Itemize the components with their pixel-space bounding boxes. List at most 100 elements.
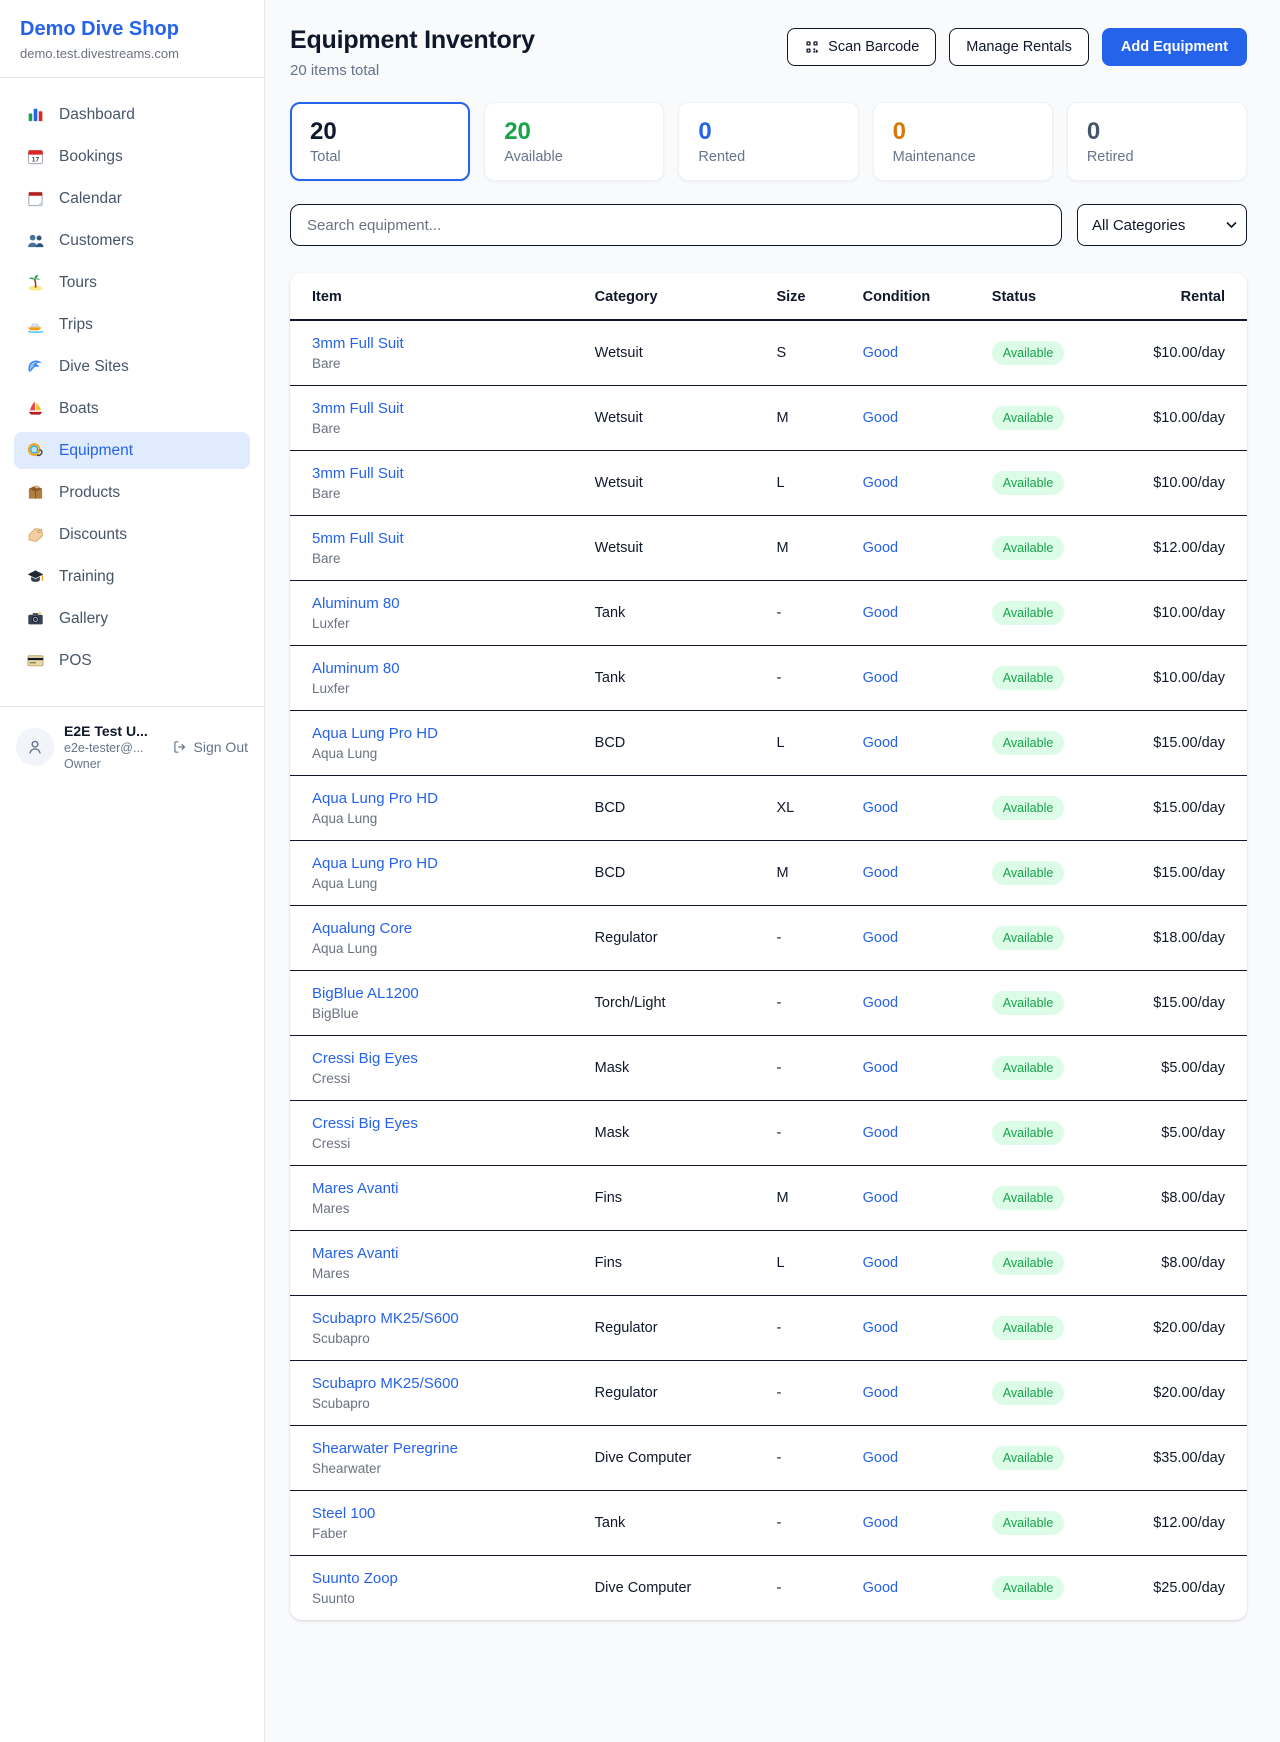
item-name-link[interactable]: Aluminum 80 bbox=[312, 660, 400, 677]
item-name-link[interactable]: Mares Avanti bbox=[312, 1245, 398, 1262]
item-condition-link[interactable]: Good bbox=[863, 1515, 898, 1531]
table-row: Aqualung CoreAqua LungRegulator-GoodAvai… bbox=[290, 906, 1247, 971]
item-name-link[interactable]: BigBlue AL1200 bbox=[312, 985, 419, 1002]
item-name-link[interactable]: Shearwater Peregrine bbox=[312, 1440, 458, 1457]
item-condition-link[interactable]: Good bbox=[863, 1060, 898, 1076]
item-rental-rate: $8.00/day bbox=[1123, 1166, 1247, 1231]
sidebar-item-label: Dashboard bbox=[59, 106, 135, 124]
stat-card-total[interactable]: 20Total bbox=[290, 102, 470, 181]
sidebar-item-discounts[interactable]: Discounts bbox=[14, 516, 250, 553]
item-condition-link[interactable]: Good bbox=[863, 800, 898, 816]
item-rental-rate: $5.00/day bbox=[1123, 1036, 1247, 1101]
item-rental-rate: $25.00/day bbox=[1123, 1556, 1247, 1621]
category-filter-select[interactable]: All Categories bbox=[1077, 204, 1247, 246]
sign-out-button[interactable]: Sign Out bbox=[172, 739, 248, 755]
item-condition-link[interactable]: Good bbox=[863, 1255, 898, 1271]
item-condition-link[interactable]: Good bbox=[863, 1320, 898, 1336]
item-name-link[interactable]: Steel 100 bbox=[312, 1505, 375, 1522]
stats-row: 20Total20Available0Rented0Maintenance0Re… bbox=[290, 102, 1247, 181]
stat-card-retired[interactable]: 0Retired bbox=[1067, 102, 1247, 181]
sidebar-item-dive-sites[interactable]: Dive Sites bbox=[14, 348, 250, 385]
customers-icon bbox=[26, 231, 45, 250]
sidebar-item-calendar[interactable]: Calendar bbox=[14, 180, 250, 217]
table-row: Mares AvantiMaresFinsMGoodAvailable$8.00… bbox=[290, 1166, 1247, 1231]
manage-rentals-button[interactable]: Manage Rentals bbox=[949, 28, 1089, 66]
sidebar-user-section: E2E Test U... e2e-tester@... Owner Sign … bbox=[0, 706, 264, 787]
item-name-link[interactable]: 5mm Full Suit bbox=[312, 530, 404, 547]
item-condition-link[interactable]: Good bbox=[863, 540, 898, 556]
item-name-link[interactable]: 3mm Full Suit bbox=[312, 465, 404, 482]
item-name-link[interactable]: Aqua Lung Pro HD bbox=[312, 855, 438, 872]
item-name-link[interactable]: Suunto Zoop bbox=[312, 1570, 398, 1587]
item-condition-link[interactable]: Good bbox=[863, 475, 898, 491]
sailboat-icon bbox=[26, 399, 45, 418]
add-equipment-button[interactable]: Add Equipment bbox=[1102, 28, 1247, 66]
item-name-link[interactable]: Cressi Big Eyes bbox=[312, 1115, 418, 1132]
speedboat-icon bbox=[26, 315, 45, 334]
item-name-link[interactable]: Aqualung Core bbox=[312, 920, 412, 937]
brand-title[interactable]: Demo Dive Shop bbox=[20, 18, 244, 41]
item-condition-link[interactable]: Good bbox=[863, 605, 898, 621]
sidebar-item-bookings[interactable]: 17Bookings bbox=[14, 138, 250, 175]
main-content: Equipment Inventory 20 items total Scan … bbox=[265, 0, 1280, 1742]
item-condition-link[interactable]: Good bbox=[863, 1125, 898, 1141]
sidebar-item-pos[interactable]: POS bbox=[14, 642, 250, 679]
sidebar-item-dashboard[interactable]: Dashboard bbox=[14, 96, 250, 133]
item-size: M bbox=[768, 386, 854, 451]
sidebar-item-boats[interactable]: Boats bbox=[14, 390, 250, 427]
stat-value: 20 bbox=[504, 118, 644, 146]
stat-value: 0 bbox=[1087, 118, 1227, 146]
item-condition-link[interactable]: Good bbox=[863, 1385, 898, 1401]
sidebar-item-gallery[interactable]: Gallery bbox=[14, 600, 250, 637]
item-condition-link[interactable]: Good bbox=[863, 345, 898, 361]
item-name-link[interactable]: Aluminum 80 bbox=[312, 595, 400, 612]
item-name-link[interactable]: Aqua Lung Pro HD bbox=[312, 725, 438, 742]
sidebar-item-label: Gallery bbox=[59, 610, 108, 628]
item-name-link[interactable]: Mares Avanti bbox=[312, 1180, 398, 1197]
stat-card-rented[interactable]: 0Rented bbox=[678, 102, 858, 181]
status-badge: Available bbox=[992, 1511, 1065, 1535]
scan-barcode-button[interactable]: Scan Barcode bbox=[787, 28, 936, 66]
sidebar-item-label: Boats bbox=[59, 400, 99, 418]
item-condition-link[interactable]: Good bbox=[863, 735, 898, 751]
item-condition-link[interactable]: Good bbox=[863, 410, 898, 426]
item-size: - bbox=[768, 1361, 854, 1426]
item-size: M bbox=[768, 1166, 854, 1231]
item-condition-link[interactable]: Good bbox=[863, 995, 898, 1011]
item-condition-link[interactable]: Good bbox=[863, 1450, 898, 1466]
sidebar-item-customers[interactable]: Customers bbox=[14, 222, 250, 259]
item-brand: Aqua Lung bbox=[312, 941, 579, 956]
item-condition-link[interactable]: Good bbox=[863, 865, 898, 881]
item-rental-rate: $10.00/day bbox=[1123, 646, 1247, 711]
item-condition-link[interactable]: Good bbox=[863, 1580, 898, 1596]
user-email: e2e-tester@... bbox=[64, 741, 162, 755]
item-rental-rate: $15.00/day bbox=[1123, 971, 1247, 1036]
item-brand: Bare bbox=[312, 486, 579, 501]
sidebar: Demo Dive Shop demo.test.divestreams.com… bbox=[0, 0, 265, 1742]
item-name-link[interactable]: Cressi Big Eyes bbox=[312, 1050, 418, 1067]
stat-card-available[interactable]: 20Available bbox=[484, 102, 664, 181]
item-name-link[interactable]: 3mm Full Suit bbox=[312, 335, 404, 352]
item-name-link[interactable]: Scubapro MK25/S600 bbox=[312, 1375, 459, 1392]
stat-card-maintenance[interactable]: 0Maintenance bbox=[873, 102, 1053, 181]
table-row: Cressi Big EyesCressiMask-GoodAvailable$… bbox=[290, 1101, 1247, 1166]
sidebar-item-equipment[interactable]: Equipment bbox=[14, 432, 250, 469]
sidebar-item-training[interactable]: Training bbox=[14, 558, 250, 595]
status-badge: Available bbox=[992, 1576, 1065, 1600]
item-condition-link[interactable]: Good bbox=[863, 1190, 898, 1206]
item-name-link[interactable]: Scubapro MK25/S600 bbox=[312, 1310, 459, 1327]
stat-value: 20 bbox=[310, 118, 450, 146]
avatar bbox=[16, 728, 54, 766]
item-condition-link[interactable]: Good bbox=[863, 930, 898, 946]
item-brand: Mares bbox=[312, 1266, 579, 1281]
item-brand: Aqua Lung bbox=[312, 876, 579, 891]
sidebar-item-tours[interactable]: Tours bbox=[14, 264, 250, 301]
sidebar-item-products[interactable]: Products bbox=[14, 474, 250, 511]
item-name-link[interactable]: Aqua Lung Pro HD bbox=[312, 790, 438, 807]
item-condition-link[interactable]: Good bbox=[863, 670, 898, 686]
search-input[interactable] bbox=[290, 204, 1062, 246]
item-brand: BigBlue bbox=[312, 1006, 579, 1021]
sidebar-item-trips[interactable]: Trips bbox=[14, 306, 250, 343]
status-badge: Available bbox=[992, 341, 1065, 365]
item-name-link[interactable]: 3mm Full Suit bbox=[312, 400, 404, 417]
